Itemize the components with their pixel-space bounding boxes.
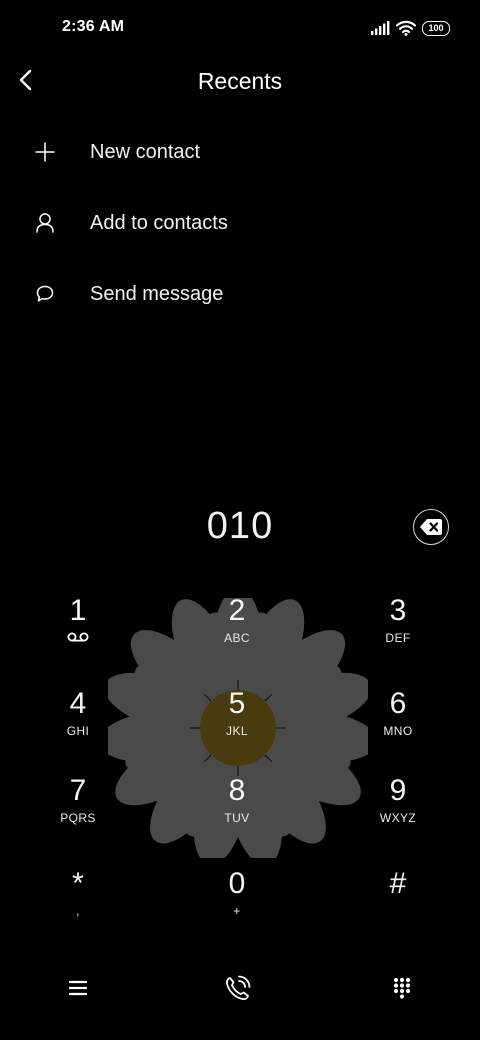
menu-item-label: Add to contacts [90, 211, 228, 234]
status-icons: 100 [370, 17, 450, 39]
key-1[interactable]: 1 [28, 594, 128, 674]
key-3[interactable]: 3 DEF [348, 594, 448, 674]
key-letters: MNO [383, 724, 413, 738]
key-8[interactable]: 8 TUV [187, 774, 287, 854]
key-digit: 1 [69, 594, 87, 627]
key-digit: 9 [389, 774, 407, 807]
call-button[interactable] [218, 968, 258, 1008]
key-7[interactable]: 7 PQRS [28, 774, 128, 854]
signal-bars-icon [371, 21, 390, 35]
menu-item-label: Send message [90, 282, 224, 305]
key-2[interactable]: 2 ABC [187, 594, 287, 674]
key-digit: * [72, 867, 84, 900]
key-digit: 8 [228, 774, 246, 807]
person-icon [30, 208, 60, 238]
backspace-button[interactable] [413, 509, 449, 545]
wifi-icon [396, 20, 416, 36]
key-9[interactable]: 9 WXYZ [348, 774, 448, 854]
key-digit: 3 [389, 594, 407, 627]
dialpad-icon [393, 977, 411, 999]
voicemail-icon [28, 630, 128, 646]
key-digit: 6 [389, 687, 407, 720]
bottom-bar [0, 960, 480, 1016]
key-letters: ABC [224, 631, 250, 645]
key-letters: DEF [385, 631, 411, 645]
header: Recents [0, 56, 480, 106]
menu-item-new-contact[interactable]: New contact [0, 122, 480, 182]
key-letters: TUV [224, 811, 250, 825]
key-0[interactable]: 0 + [187, 867, 287, 947]
menu-item-send-message[interactable]: Send message [0, 264, 480, 324]
key-digit: 4 [69, 687, 87, 720]
key-digit: 5 [228, 687, 246, 720]
status-time: 2:36 AM [62, 18, 125, 35]
key-digit: 7 [69, 774, 87, 807]
key-letters: , [76, 904, 80, 918]
battery-indicator: 100 [422, 20, 450, 36]
key-5[interactable]: 5 JKL [187, 687, 287, 767]
dialpad-toggle-button[interactable] [382, 968, 422, 1008]
key-6[interactable]: 6 MNO [348, 687, 448, 767]
status-bar: 2:36 AM 100 [0, 0, 480, 56]
key-digit: 0 [228, 867, 246, 900]
dialed-number: 010 [206, 505, 274, 547]
phone-call-icon [226, 975, 251, 1000]
key-4[interactable]: 4 GHI [28, 687, 128, 767]
menu-item-add-to-contacts[interactable]: Add to contacts [0, 193, 480, 253]
plus-icon [30, 137, 60, 167]
key-letters: WXYZ [379, 811, 417, 825]
key-letters: + [233, 904, 241, 918]
key-letters: GHI [66, 724, 90, 738]
speech-bubble-icon [30, 279, 60, 309]
key-letters: PQRS [60, 811, 96, 825]
key-letters: JKL [226, 724, 248, 738]
page-title: Recents [197, 68, 283, 94]
hamburger-menu-icon [68, 980, 88, 996]
key-hash[interactable]: # [348, 867, 448, 947]
key-digit: 2 [228, 594, 246, 627]
backspace-icon [420, 519, 442, 535]
menu-item-label: New contact [90, 140, 201, 163]
battery-level: 100 [428, 22, 444, 33]
menu-button[interactable] [58, 968, 98, 1008]
key-digit: # [389, 867, 407, 900]
key-star[interactable]: * , [28, 867, 128, 947]
